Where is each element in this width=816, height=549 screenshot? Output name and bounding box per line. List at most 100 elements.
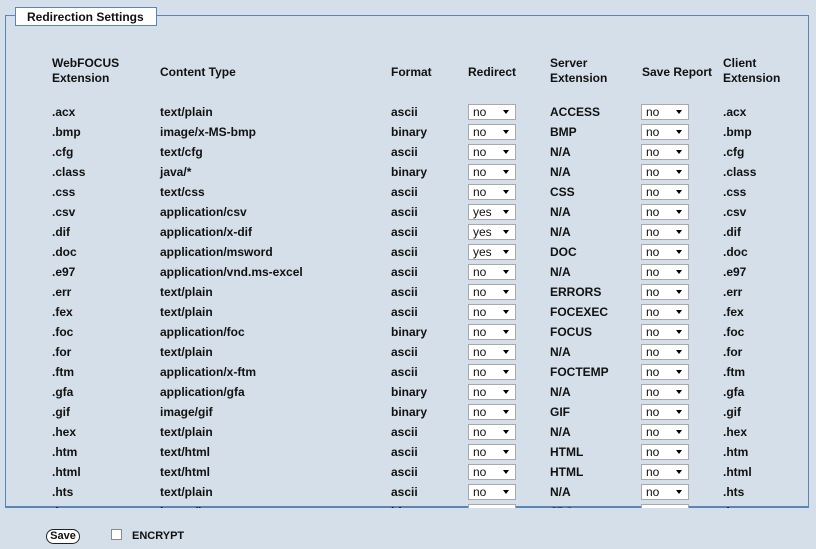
table-row: .dif application/x-dif ascii yes N/A no .dif (12, 222, 812, 242)
client-extension-cell: .for (723, 345, 743, 359)
client-extension-cell: .gif (723, 405, 741, 419)
redirect-select[interactable]: no (468, 384, 516, 400)
webfocus-extension-cell: .e97 (52, 265, 76, 279)
server-extension-cell: HTML (550, 445, 584, 459)
chevron-down-icon (503, 270, 509, 274)
save-button[interactable]: Save (46, 529, 80, 544)
format-cell: ascii (391, 105, 418, 119)
webfocus-extension-cell: .css (52, 185, 76, 199)
table-row: .css text/css ascii no CSS no .css (12, 182, 812, 202)
redirect-select[interactable]: no (468, 424, 516, 440)
chevron-down-icon (676, 310, 682, 314)
format-cell: binary (391, 325, 428, 339)
settings-table[interactable]: WebFOCUS Extension Content Type Format R… (12, 32, 814, 522)
chevron-down-icon (503, 410, 509, 414)
header-label: Client (723, 56, 757, 70)
server-extension-cell: BMP (550, 125, 577, 139)
redirect-select[interactable]: no (468, 124, 516, 140)
redirect-select[interactable]: no (468, 464, 516, 480)
server-extension-cell: DOC (550, 245, 577, 259)
chevron-down-icon (676, 330, 682, 334)
chevron-down-icon (676, 230, 682, 234)
save-report-select[interactable]: no (641, 244, 689, 260)
webfocus-extension-cell: .hex (52, 425, 77, 439)
save-report-select[interactable]: no (641, 284, 689, 300)
redirect-select[interactable]: no (468, 404, 516, 420)
save-report-select[interactable]: no (641, 464, 689, 480)
server-extension-cell: N/A (550, 385, 571, 399)
webfocus-extension-cell: .gif (52, 405, 70, 419)
redirect-select[interactable]: yes (468, 224, 516, 240)
client-extension-cell: .bmp (723, 125, 752, 139)
server-extension-cell: N/A (550, 165, 571, 179)
chevron-down-icon (503, 310, 509, 314)
save-report-select[interactable]: no (641, 484, 689, 500)
redirect-select[interactable]: no (468, 164, 516, 180)
redirect-select[interactable]: no (468, 304, 516, 320)
save-report-select[interactable]: no (641, 204, 689, 220)
table-row: .gfa application/gfa binary no N/A no .gfa (12, 382, 812, 402)
chevron-down-icon (503, 110, 509, 114)
chevron-down-icon (503, 190, 509, 194)
chevron-down-icon (503, 470, 509, 474)
save-report-select[interactable]: no (641, 344, 689, 360)
redirect-select[interactable]: yes (468, 244, 516, 260)
save-report-select[interactable]: no (641, 304, 689, 320)
table-row: .gif image/gif binary no GIF no .gif (12, 402, 812, 422)
chevron-down-icon (503, 430, 509, 434)
save-report-select[interactable]: no (641, 104, 689, 120)
table-row: .foc application/foc binary no FOCUS no .foc (12, 322, 812, 342)
redirect-select[interactable]: no (468, 284, 516, 300)
save-report-select[interactable]: no (641, 324, 689, 340)
redirect-select[interactable]: no (468, 264, 516, 280)
save-report-select[interactable]: no (641, 124, 689, 140)
save-report-select[interactable]: no (641, 144, 689, 160)
save-report-select[interactable]: no (641, 184, 689, 200)
redirect-select[interactable]: no (468, 364, 516, 380)
select-value: no (646, 185, 660, 199)
select-value: no (473, 465, 487, 479)
select-value: no (646, 265, 660, 279)
redirect-select[interactable]: no (468, 324, 516, 340)
save-report-select[interactable]: no (641, 384, 689, 400)
redirect-select[interactable]: no (468, 444, 516, 460)
select-value: no (473, 185, 487, 199)
server-extension-cell: FOCTEMP (550, 365, 609, 379)
save-report-select[interactable]: no (641, 444, 689, 460)
select-value: no (646, 425, 660, 439)
redirect-select[interactable]: no (468, 104, 516, 120)
server-extension-cell: ERRORS (550, 285, 602, 299)
redirect-select[interactable]: yes (468, 204, 516, 220)
select-value: no (473, 445, 487, 459)
client-extension-cell: .cfg (723, 145, 745, 159)
webfocus-extension-cell: .class (52, 165, 86, 179)
redirect-select[interactable]: no (468, 344, 516, 360)
format-cell: ascii (391, 305, 418, 319)
format-cell: ascii (391, 465, 418, 479)
table-row: .cfg text/cfg ascii no N/A no .cfg (12, 142, 812, 162)
chevron-down-icon (676, 370, 682, 374)
chevron-down-icon (676, 110, 682, 114)
select-value: no (473, 345, 487, 359)
redirect-select[interactable]: no (468, 144, 516, 160)
redirect-select[interactable]: no (468, 184, 516, 200)
save-report-select[interactable]: no (641, 224, 689, 240)
save-report-select[interactable]: no (641, 164, 689, 180)
chevron-down-icon (676, 490, 682, 494)
webfocus-extension-cell: .csv (52, 205, 76, 219)
client-extension-cell: .csv (723, 205, 747, 219)
save-report-select[interactable]: no (641, 364, 689, 380)
format-cell: binary (391, 405, 428, 419)
encrypt-checkbox[interactable] (111, 529, 122, 540)
select-value: no (646, 345, 660, 359)
save-report-select[interactable]: no (641, 264, 689, 280)
chevron-down-icon (503, 370, 509, 374)
header-server-extension: Server Extension (550, 56, 607, 86)
save-report-select[interactable]: no (641, 404, 689, 420)
format-cell: ascii (391, 365, 418, 379)
select-value: no (473, 165, 487, 179)
save-report-select[interactable]: no (641, 424, 689, 440)
redirect-select[interactable]: no (468, 484, 516, 500)
select-value: no (473, 265, 487, 279)
content-type-cell: image/gif (160, 405, 213, 419)
